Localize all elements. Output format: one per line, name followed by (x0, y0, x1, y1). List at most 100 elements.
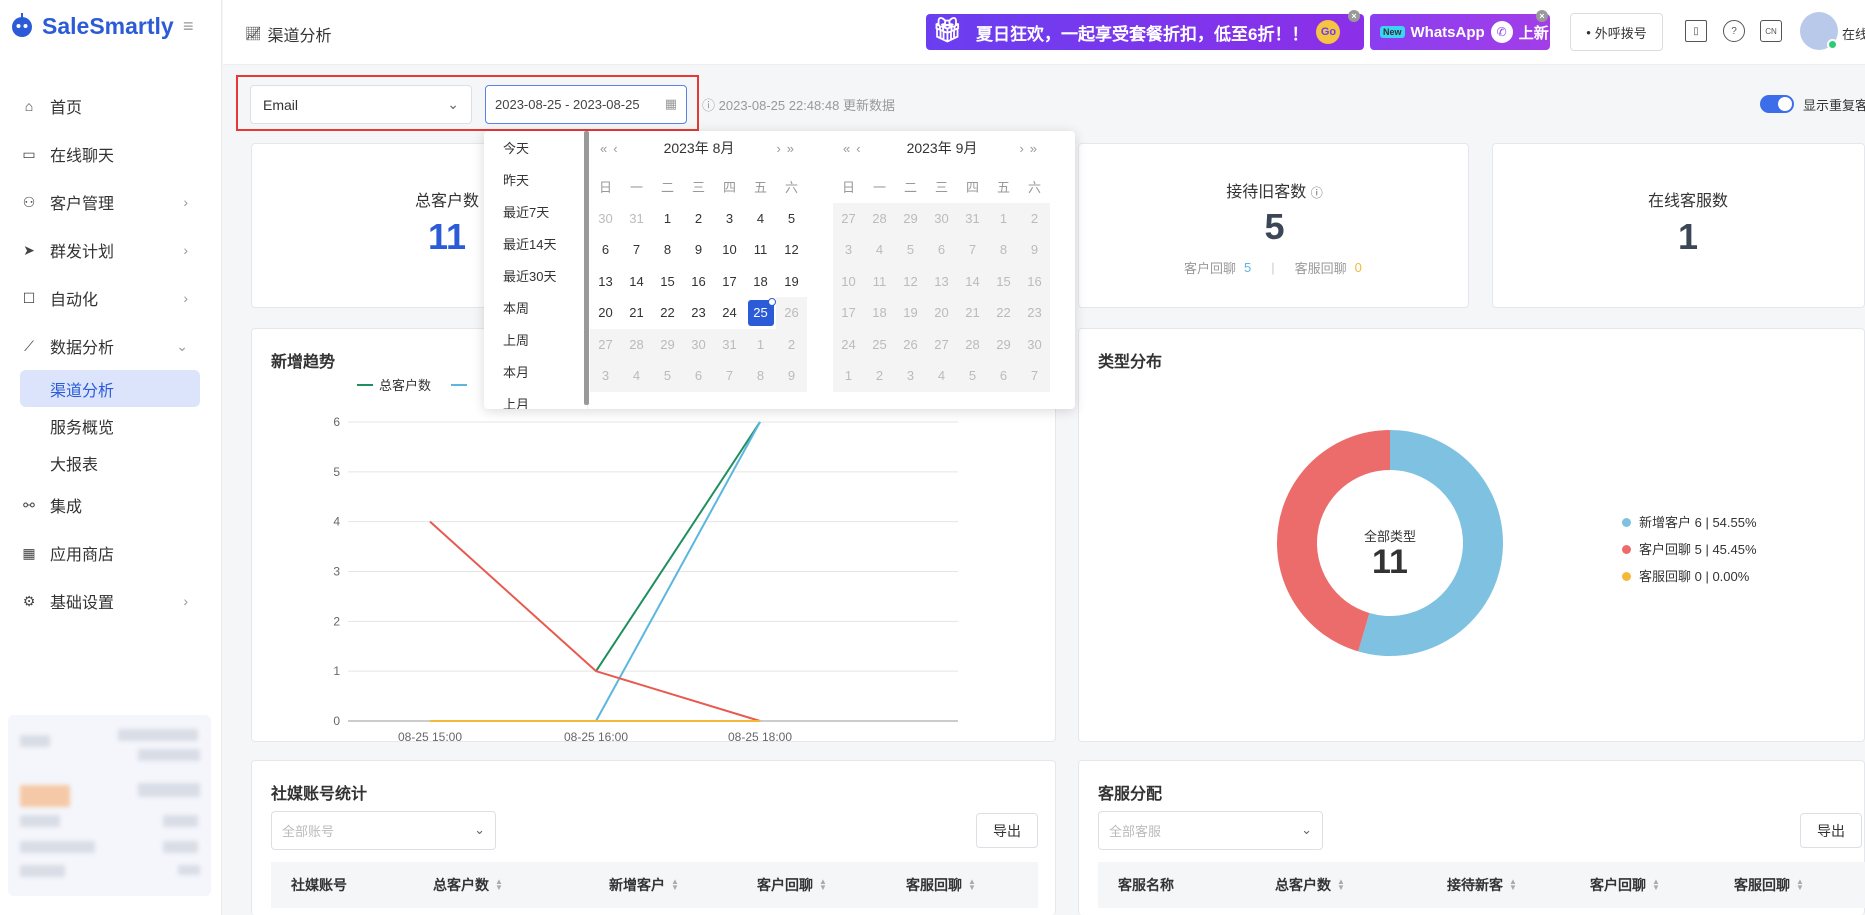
robot-logo-icon (12, 13, 32, 37)
send-icon: ➤ (23, 241, 35, 258)
whatsapp-banner[interactable]: New WhatsApp ✆ 上新 × (1370, 10, 1550, 50)
calendar-day[interactable]: 23 (683, 297, 714, 329)
calendar-day[interactable]: 15 (652, 266, 683, 298)
shortcuts-scrollbar[interactable] (584, 131, 589, 405)
close-icon[interactable]: × (1348, 10, 1360, 22)
calendar-day[interactable]: 9 (683, 234, 714, 266)
avatar[interactable] (1800, 12, 1838, 50)
sort-icon: ▲ ▼ (1509, 877, 1517, 892)
column-header[interactable]: 客户回聊 ▲ ▼ (757, 875, 827, 895)
date-shortcut-item[interactable]: 本月 (484, 355, 587, 387)
dial-button[interactable]: • 外呼拨号 (1570, 13, 1663, 51)
promo-banner[interactable]: 🎁︎ 夏日狂欢，一起享受套餐折扣，低至6折！！ Go × (926, 10, 1364, 50)
prev-month-icon[interactable]: «‹ (843, 141, 867, 156)
calendar-day[interactable]: 7 (621, 234, 652, 266)
calendar-day[interactable]: 4 (745, 203, 776, 235)
calendar-day[interactable]: 5 (776, 203, 807, 235)
calendar-day[interactable]: 21 (621, 297, 652, 329)
series-line-0[interactable] (595, 421, 761, 672)
calendar-day: 5 (652, 360, 683, 392)
logo[interactable]: SaleSmartly (8, 12, 174, 40)
selected-day[interactable]: 25 (747, 297, 776, 326)
column-header[interactable]: 总客户数 ▲ ▼ (433, 875, 503, 895)
agent-filter-select[interactable]: 全部客服 ⌄ (1098, 811, 1323, 850)
close-icon[interactable]: × (1536, 10, 1548, 22)
integration-icon: ⚯ (23, 496, 35, 513)
help-icon[interactable]: ? (1723, 20, 1745, 42)
date-shortcut-item[interactable]: 上月 (484, 387, 587, 410)
nav-customers[interactable]: ⚇ 客户管理 › (0, 178, 222, 226)
column-header[interactable]: 总客户数 ▲ ▼ (1275, 875, 1345, 895)
calendar-day[interactable]: 19 (776, 266, 807, 298)
user-status[interactable]: 在线 (1842, 24, 1865, 43)
column-header[interactable]: 客户回聊 ▲ ▼ (1590, 875, 1660, 895)
legend-dot (1622, 545, 1631, 554)
column-header[interactable]: 新增客户 ▲ ▼ (609, 875, 679, 895)
agent-reply-value: 0 (1354, 260, 1362, 275)
next-month-icon[interactable]: ›» (776, 141, 800, 156)
calendar-day[interactable]: 17 (714, 266, 745, 298)
info-icon[interactable]: ⓘ (1311, 186, 1323, 200)
nav-automation[interactable]: ☐ 自动化 › (0, 274, 222, 322)
users-icon: ⚇ (22, 193, 36, 210)
calendar-day[interactable]: 6 (590, 234, 621, 266)
calendar-day[interactable]: 18 (745, 266, 776, 298)
collapse-menu-icon[interactable]: ≡ (183, 16, 194, 37)
export-button[interactable]: 导出 (1800, 813, 1862, 848)
legend-item[interactable]: 客户回聊 5 | 45.45% (1622, 536, 1757, 563)
date-shortcut-item[interactable]: 本周 (484, 291, 587, 323)
language-icon[interactable]: CN (1760, 20, 1782, 42)
prev-year-icon[interactable]: «‹ (600, 141, 624, 156)
calendar-day[interactable]: 31 (621, 203, 652, 235)
legend-item[interactable]: 客服回聊 0 | 0.00% (1622, 563, 1757, 590)
calendar-day[interactable]: 10 (714, 234, 745, 266)
calendar-day: 19 (895, 297, 926, 329)
column-header[interactable]: 客服回聊 ▲ ▼ (1734, 875, 1804, 895)
column-header[interactable]: 客服回聊 ▲ ▼ (906, 875, 976, 895)
date-shortcut-item[interactable]: 昨天 (484, 163, 587, 195)
account-filter-select[interactable]: 全部账号 ⌄ (271, 811, 496, 850)
legend-item[interactable]: 新增客户 6 | 54.55% (1622, 509, 1757, 536)
show-duplicates-toggle[interactable] (1760, 95, 1794, 113)
calendar-day[interactable]: 8 (652, 234, 683, 266)
date-shortcut-item[interactable]: 最近14天 (484, 227, 587, 259)
calendar-day[interactable]: 30 (590, 203, 621, 235)
devices-icon[interactable]: ▯ (1685, 20, 1707, 42)
export-button[interactable]: 导出 (976, 813, 1038, 848)
nav-analytics[interactable]: ⟋ 数据分析 ⌄ (0, 322, 222, 370)
calendar-day: 29 (988, 328, 1019, 360)
calendar-day[interactable]: 12 (776, 234, 807, 266)
nav-settings[interactable]: ⚙ 基础设置 › (0, 577, 222, 625)
nav-integration[interactable]: ⚯ 集成 (0, 481, 222, 529)
calendar-day[interactable]: 3 (714, 203, 745, 235)
calendar-day[interactable]: 20 (590, 297, 621, 329)
nav-home[interactable]: ⌂ 首页 (0, 82, 222, 130)
nav-chat[interactable]: ▭ 在线聊天 (0, 130, 222, 178)
calendar-day[interactable]: 22 (652, 297, 683, 329)
date-shortcut-item[interactable]: 今天 (484, 131, 587, 163)
calendar-day[interactable]: 14 (621, 266, 652, 298)
sub-nav-channel-analysis[interactable]: 渠道分析 (20, 370, 200, 407)
date-shortcut-item[interactable]: 最近30天 (484, 259, 587, 291)
next-year-icon[interactable]: ›» (1019, 141, 1043, 156)
calendar-day: 20 (926, 297, 957, 329)
settings-icon: ⚙ (22, 592, 36, 609)
calendar-day[interactable]: 13 (590, 266, 621, 298)
sub-nav-service-overview[interactable]: 服务概览 (0, 407, 202, 444)
donut-center-value: 11 (1372, 543, 1408, 581)
calendar-day[interactable]: 1 (652, 203, 683, 235)
date-shortcut-item[interactable]: 上周 (484, 323, 587, 355)
nav-app-store[interactable]: ▦ 应用商店 (0, 529, 222, 577)
calendar-day[interactable]: 16 (683, 266, 714, 298)
calendar-day[interactable]: 24 (714, 297, 745, 329)
nav-broadcast[interactable]: ➤ 群发计划 › (0, 226, 222, 274)
nav-label: 群发计划 (50, 244, 115, 261)
online-status-dot (1827, 39, 1838, 50)
calendar-day: 1 (988, 202, 1019, 234)
date-shortcut-item[interactable]: 最近7天 (484, 195, 587, 227)
sub-nav-big-report[interactable]: 大报表 (0, 444, 202, 481)
column-header[interactable]: 接待新客 ▲ ▼ (1447, 875, 1517, 895)
calendar-day[interactable]: 2 (683, 203, 714, 235)
calendar-day[interactable]: 25 (745, 297, 776, 329)
calendar-day[interactable]: 11 (745, 234, 776, 266)
